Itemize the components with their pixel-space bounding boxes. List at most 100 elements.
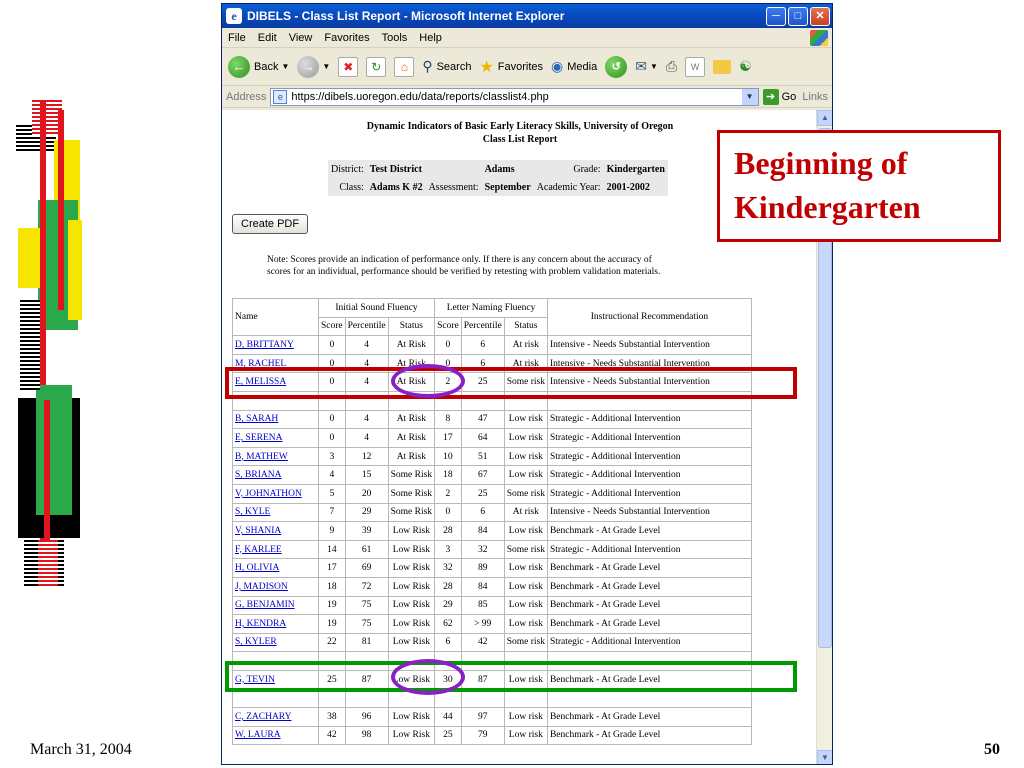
student-name-link[interactable]: H, OLIVIA <box>235 563 279 573</box>
isf-score-cell: 19 <box>318 614 346 634</box>
windows-flag-icon <box>810 29 828 46</box>
student-name-link[interactable]: V, JOHNATHON <box>235 489 302 499</box>
favorites-button[interactable]: ★ Favorites <box>479 57 543 77</box>
media-label: Media <box>567 60 598 73</box>
menu-help[interactable]: Help <box>419 32 442 44</box>
grade-value: Kindergarten <box>606 163 665 175</box>
forward-button[interactable]: → ▼ <box>297 55 330 78</box>
lnf-percentile-cell: 85 <box>460 595 505 616</box>
name-cell: D, BRITTANY <box>232 335 319 355</box>
table-row: B, SARAH 0 4 At Risk 8 47 Low risk Strategic - … <box>232 409 752 430</box>
menu-favorites[interactable]: Favorites <box>324 32 369 44</box>
student-name-link[interactable]: J, MADISON <box>235 582 288 592</box>
lnf-percentile-cell: 97 <box>460 707 505 727</box>
lnf-percentile-cell: 6 <box>460 502 505 523</box>
report-info: District: Test District Adams Grade: Kin… <box>328 160 668 196</box>
recommendation-cell: Strategic - Additional Intervention <box>546 465 752 485</box>
table-row: W, LAURA 42 98 Low Risk 25 79 Low risk Benchmar… <box>232 725 752 746</box>
student-name-link[interactable]: S, KYLER <box>235 637 277 647</box>
lnf-status-cell: Low risk <box>503 725 548 746</box>
student-name-link[interactable]: B, SARAH <box>235 414 278 424</box>
class-label: Class: <box>339 181 364 193</box>
district-value: Test District <box>369 163 422 175</box>
header-lnf-status: Status <box>503 316 548 337</box>
address-bar: Address e https://dibels.uoregon.edu/dat… <box>222 86 832 108</box>
recommendation-cell: Benchmark - At Grade Level <box>546 707 752 727</box>
history-button[interactable]: ↺ <box>605 55 628 78</box>
menu-file[interactable]: File <box>228 32 246 44</box>
scroll-up-button[interactable]: ▲ <box>817 110 832 126</box>
recommendation-cell: Intensive - Needs Substantial Interventi… <box>546 335 752 355</box>
mail-button[interactable]: ✉ ▼ <box>635 58 658 75</box>
isf-score-cell: 5 <box>318 483 346 504</box>
recommendation-cell: Benchmark - At Grade Level <box>546 725 752 746</box>
create-pdf-button[interactable]: Create PDF <box>232 214 309 234</box>
recommendation-cell: Strategic - Additional Intervention <box>546 483 752 504</box>
close-button[interactable]: ✕ <box>810 6 830 26</box>
lnf-percentile-cell: 84 <box>460 576 505 597</box>
deco-stripes <box>38 540 58 588</box>
address-input[interactable]: e https://dibels.uoregon.edu/data/report… <box>270 87 759 106</box>
table-row: E, SERENA 0 4 At Risk 17 64 Low risk Strategic … <box>232 428 752 448</box>
isf-score-cell: 3 <box>318 446 346 467</box>
lnf-status-cell: Low risk <box>503 428 548 448</box>
lnf-status-cell: At risk <box>503 335 548 355</box>
minimize-button[interactable]: ─ <box>766 6 786 26</box>
chevron-down-icon[interactable]: ▼ <box>741 88 758 105</box>
isf-score-cell: 0 <box>318 409 346 430</box>
media-icon: ◉ <box>551 58 564 74</box>
student-name-link[interactable]: F, KARLEE <box>235 545 282 555</box>
isf-status-cell: At Risk <box>387 428 436 448</box>
student-name-link[interactable]: D, BRITTANY <box>235 340 294 350</box>
edit-button[interactable]: W <box>685 56 706 77</box>
callout-line1: Beginning of <box>734 145 908 181</box>
search-button[interactable]: ⚲ Search <box>422 58 471 75</box>
lnf-percentile-cell: 64 <box>460 428 505 448</box>
note-line2: scores for an individual, performance sh… <box>267 267 661 277</box>
header-lnf-score: Score <box>434 316 462 337</box>
assessment-value: September <box>484 181 531 193</box>
slide-page-number: 50 <box>984 741 1000 758</box>
student-name-link[interactable]: H, KENDRA <box>235 619 286 629</box>
go-button[interactable]: ➔ Go <box>762 88 796 105</box>
messenger-button[interactable]: ☯ <box>739 58 752 75</box>
home-button[interactable]: ⌂ <box>394 56 415 77</box>
callout-box: Beginning of Kindergarten <box>717 130 1001 242</box>
stop-button[interactable]: ✖ <box>338 56 359 77</box>
media-button[interactable]: ◉ Media <box>551 58 597 75</box>
slide-date: March 31, 2004 <box>30 741 132 758</box>
back-button[interactable]: ← Back ▼ <box>228 55 289 78</box>
maximize-button[interactable]: □ <box>788 6 808 26</box>
isf-percentile-cell: 39 <box>344 521 389 541</box>
student-name-link[interactable]: B, MATHEW <box>235 452 288 462</box>
scroll-down-button[interactable]: ▼ <box>817 750 832 764</box>
print-button[interactable]: ⎙ <box>666 58 677 75</box>
lnf-score-cell: 0 <box>434 335 462 355</box>
isf-percentile-cell: 61 <box>344 539 389 560</box>
menu-view[interactable]: View <box>289 32 313 44</box>
student-name-link[interactable]: C, ZACHARY <box>235 712 291 722</box>
student-name-link[interactable]: W, LAURA <box>235 730 281 740</box>
links-button[interactable]: Links <box>802 91 828 103</box>
lnf-score-cell: 3 <box>434 539 462 560</box>
header-isf-score: Score <box>318 316 346 337</box>
refresh-button[interactable]: ↻ <box>366 56 387 77</box>
student-name-link[interactable]: S, KYLE <box>235 507 270 517</box>
lnf-score-cell: 18 <box>434 465 462 485</box>
menu-tools[interactable]: Tools <box>382 32 408 44</box>
student-name-link[interactable]: G, BENJAMIN <box>235 600 295 610</box>
lnf-score-cell: 32 <box>434 558 462 578</box>
isf-score-cell: 17 <box>318 558 346 578</box>
header-recommendation: Instructional Recommendation <box>546 297 752 337</box>
discuss-button[interactable] <box>713 59 732 74</box>
student-name-link[interactable]: E, SERENA <box>235 433 283 443</box>
menu-edit[interactable]: Edit <box>258 32 277 44</box>
name-cell: V, SHANIA <box>232 521 319 541</box>
isf-status-cell: Some Risk <box>387 465 436 485</box>
student-name-link[interactable]: V, SHANIA <box>235 526 281 536</box>
student-name-link[interactable]: S, BRIANA <box>235 470 281 480</box>
table-row: H, KENDRA 19 75 Low Risk 62 > 99 Low risk Bench… <box>232 614 752 634</box>
isf-percentile-cell: 4 <box>344 409 389 430</box>
header-isf-status: Status <box>387 316 436 337</box>
lnf-percentile-cell: > 99 <box>460 614 505 634</box>
